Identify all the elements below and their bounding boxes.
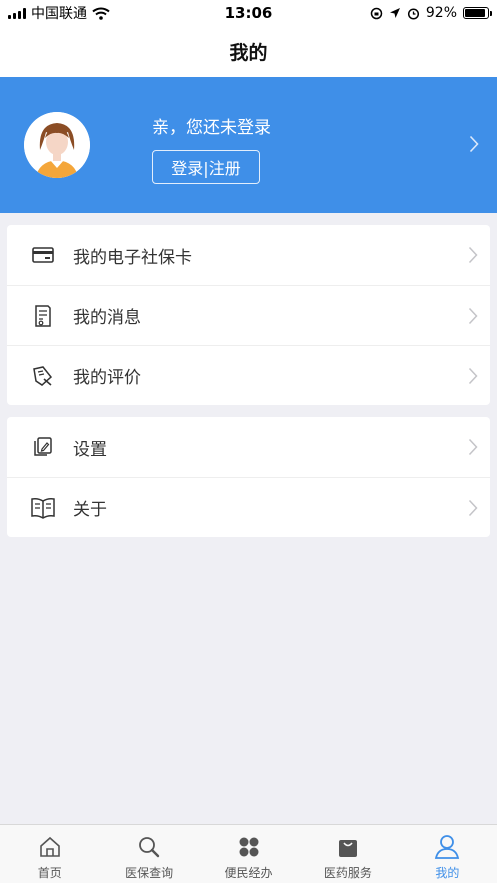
menu-item-label: 我的消息 xyxy=(73,308,141,328)
menu-item-social-security-card[interactable]: 我的电子社保卡 xyxy=(7,225,490,285)
chevron-right-icon xyxy=(468,499,478,516)
tab-label: 我的 xyxy=(435,866,460,880)
carrier-label: 中国联通 xyxy=(31,6,87,22)
tab-home[interactable]: 首页 xyxy=(0,825,99,883)
tab-mine[interactable]: 我的 xyxy=(398,825,497,883)
menu-item-label: 我的电子社保卡 xyxy=(73,247,192,268)
tab-insurance-query[interactable]: 医保查询 xyxy=(99,825,198,883)
menu-group-primary: 我的电子社保卡 我的消息 我的评价 xyxy=(7,225,490,405)
location-icon xyxy=(389,8,400,18)
search-icon xyxy=(135,833,163,861)
menu-item-label: 我的评价 xyxy=(73,368,141,388)
grid-icon xyxy=(235,833,263,861)
bag-icon xyxy=(334,833,362,861)
tab-label: 便民经办 xyxy=(224,866,273,880)
menu-item-settings[interactable]: 设置 xyxy=(7,417,490,477)
tab-label: 医药服务 xyxy=(323,866,372,880)
chevron-right-icon xyxy=(468,246,478,264)
nav-bar: 我的 xyxy=(0,26,497,77)
review-icon xyxy=(29,362,57,390)
home-icon xyxy=(36,833,64,861)
person-icon xyxy=(433,833,461,861)
page-title: 我的 xyxy=(229,42,268,64)
rotation-lock-icon xyxy=(370,7,383,19)
chevron-right-icon xyxy=(468,438,478,456)
menu-item-label: 设置 xyxy=(73,439,107,460)
avatar-icon xyxy=(24,112,90,178)
status-left: 中国联通 xyxy=(0,3,170,23)
chevron-right-icon xyxy=(468,307,478,324)
menu-item-messages[interactable]: 我的消息 xyxy=(7,285,490,345)
status-right: 92% xyxy=(327,5,497,21)
menu-item-about[interactable]: 关于 xyxy=(7,477,490,537)
tab-medical-services[interactable]: 医药服务 xyxy=(298,825,397,883)
menu-item-label: 关于 xyxy=(73,500,107,520)
wifi-icon xyxy=(92,7,110,20)
status-time: 13:06 xyxy=(224,4,273,22)
tab-label: 首页 xyxy=(37,866,62,880)
status-bar: 中国联通 13:06 92% xyxy=(0,0,497,26)
login-register-button[interactable]: 登录|注册 xyxy=(152,150,260,184)
alarm-icon xyxy=(407,7,419,20)
avatar[interactable] xyxy=(24,112,90,178)
menu-group-secondary: 设置 关于 xyxy=(7,417,490,537)
card-icon xyxy=(29,241,57,269)
profile-header[interactable]: 亲，您还未登录 登录|注册 xyxy=(0,77,497,213)
book-icon xyxy=(29,494,57,522)
login-prompt: 亲，您还未登录 xyxy=(152,118,271,138)
menu-item-reviews[interactable]: 我的评价 xyxy=(7,345,490,405)
chevron-right-icon xyxy=(468,367,478,384)
chevron-right-icon[interactable] xyxy=(469,135,479,153)
signal-icon xyxy=(8,7,26,19)
tab-convenience-services[interactable]: 便民经办 xyxy=(199,825,298,883)
battery-fill xyxy=(465,9,486,17)
battery-icon xyxy=(463,7,492,19)
tab-bar: 首页 医保查询 便民经办 医药服务 我的 xyxy=(0,824,497,883)
tab-label: 医保查询 xyxy=(125,866,174,880)
message-icon xyxy=(29,302,57,330)
settings-icon xyxy=(29,433,57,461)
battery-percent: 92% xyxy=(425,5,457,21)
